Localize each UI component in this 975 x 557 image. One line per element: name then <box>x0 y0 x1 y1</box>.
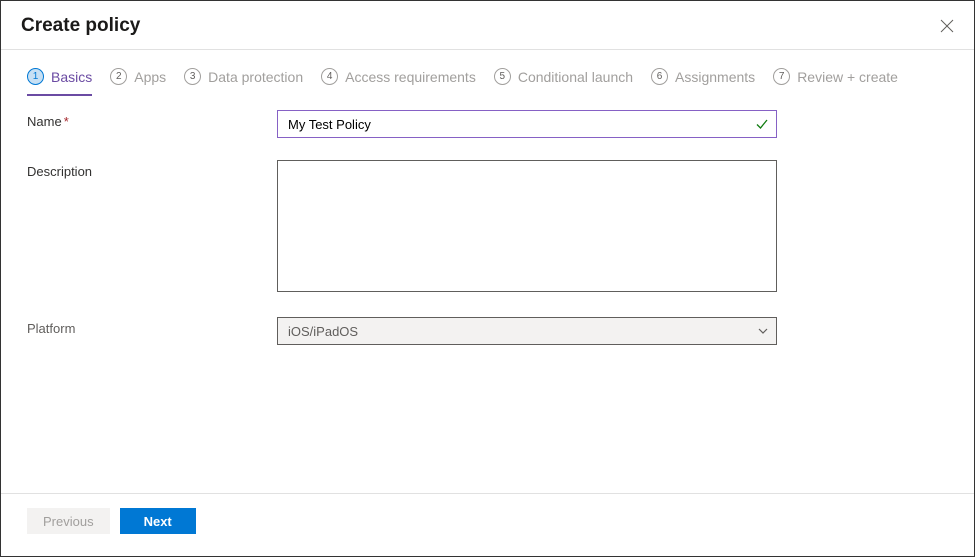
name-input[interactable] <box>277 110 777 138</box>
name-label: Name <box>27 114 62 129</box>
step-label: Assignments <box>675 69 755 85</box>
tab-access-requirements[interactable]: 4 Access requirements <box>321 68 476 95</box>
description-label: Description <box>27 164 92 179</box>
platform-value: iOS/iPadOS <box>277 317 777 345</box>
tab-basics[interactable]: 1 Basics <box>27 68 92 95</box>
step-label: Access requirements <box>345 69 476 85</box>
step-number: 7 <box>773 68 790 85</box>
form-row-description: Description <box>27 160 948 295</box>
step-number: 6 <box>651 68 668 85</box>
step-label: Data protection <box>208 69 303 85</box>
form-area: Name* Description Platform iOS/iPadOS <box>1 96 974 381</box>
step-number: 1 <box>27 68 44 85</box>
description-input[interactable] <box>277 160 777 292</box>
checkmark-icon <box>755 117 769 131</box>
platform-select[interactable]: iOS/iPadOS <box>277 317 777 345</box>
tab-review-create[interactable]: 7 Review + create <box>773 68 898 95</box>
chevron-down-icon <box>757 325 769 337</box>
step-label: Conditional launch <box>518 69 633 85</box>
step-number: 4 <box>321 68 338 85</box>
tab-apps[interactable]: 2 Apps <box>110 68 166 95</box>
step-number: 2 <box>110 68 127 85</box>
previous-button[interactable]: Previous <box>27 508 110 534</box>
page-title: Create policy <box>21 15 140 37</box>
header: Create policy <box>1 1 974 50</box>
wizard-tabs: 1 Basics 2 Apps 3 Data protection 4 Acce… <box>1 50 974 96</box>
step-number: 3 <box>184 68 201 85</box>
step-number: 5 <box>494 68 511 85</box>
step-label: Apps <box>134 69 166 85</box>
close-icon[interactable] <box>940 19 954 33</box>
platform-label: Platform <box>27 321 75 336</box>
tab-conditional-launch[interactable]: 5 Conditional launch <box>494 68 633 95</box>
form-row-platform: Platform iOS/iPadOS <box>27 317 948 345</box>
tab-assignments[interactable]: 6 Assignments <box>651 68 755 95</box>
step-label: Basics <box>51 69 92 85</box>
form-row-name: Name* <box>27 110 948 138</box>
step-label: Review + create <box>797 69 898 85</box>
required-indicator: * <box>64 114 69 129</box>
next-button[interactable]: Next <box>120 508 196 534</box>
tab-data-protection[interactable]: 3 Data protection <box>184 68 303 95</box>
footer: Previous Next <box>1 493 974 556</box>
